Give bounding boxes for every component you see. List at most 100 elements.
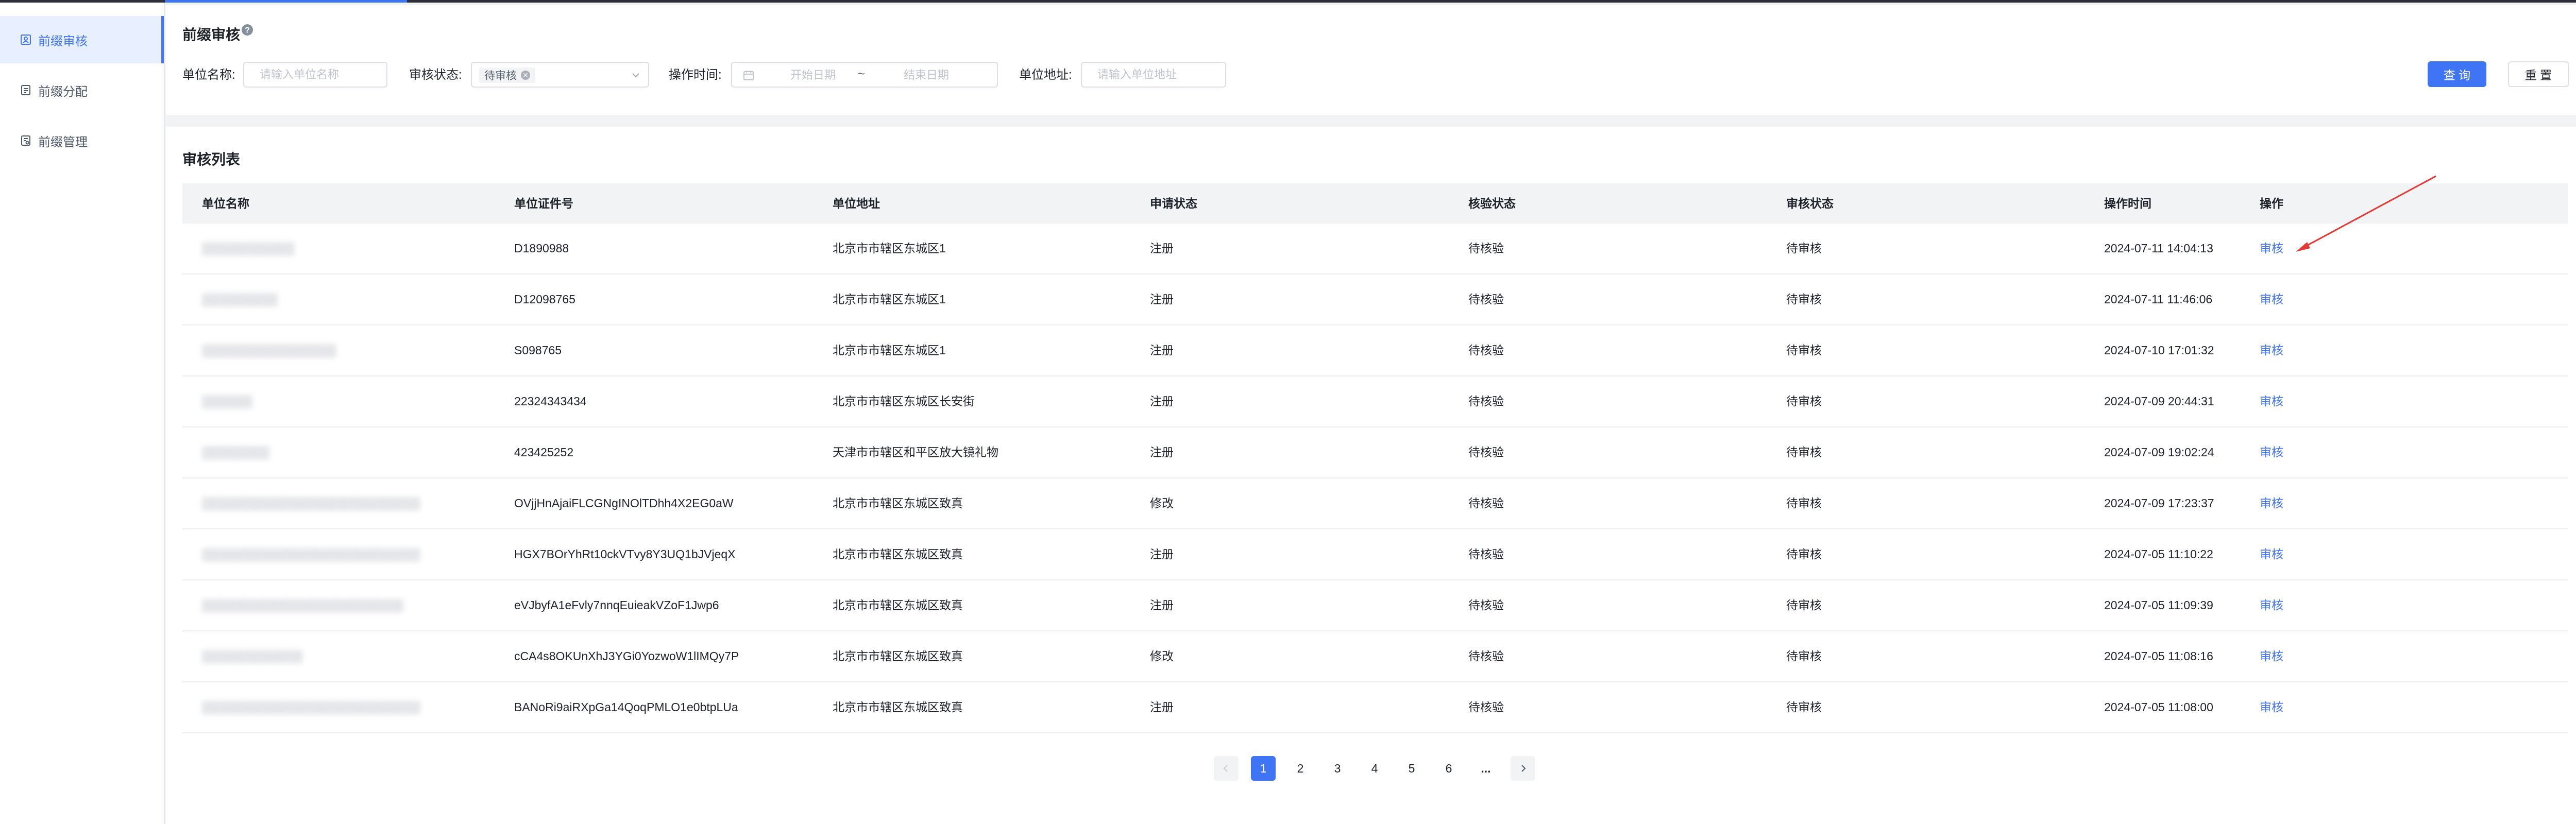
verify-status-cell: 待核验: [1468, 394, 1504, 408]
cert-no-cell: S098765: [514, 344, 562, 357]
apply-status-cell: 注册: [1150, 344, 1174, 357]
operate-time-cell: 2024-07-05 11:10:22: [2104, 547, 2213, 561]
audit-action-link[interactable]: 审核: [2260, 427, 2283, 477]
verify-status-cell: 待核验: [1468, 700, 1504, 714]
page-ellipsis[interactable]: ...: [1473, 756, 1498, 781]
address-cell: 北京市市辖区东城区致真: [833, 649, 963, 663]
audit-status-cell: 待审核: [1786, 445, 1822, 459]
sidebar-item-label: 前缀审核: [38, 34, 88, 48]
tag-close-icon[interactable]: ✕: [521, 71, 530, 80]
apply-status-cell: 注册: [1150, 700, 1174, 714]
sidebar-item-prefix-manage[interactable]: 前缀管理: [0, 117, 164, 164]
unit-name-input[interactable]: [243, 62, 387, 88]
unit-name-cell: ▒▒▒▒▒▒▒▒: [202, 445, 269, 459]
sidebar-item-label: 前缀分配: [38, 84, 88, 99]
filter-panel: 前缀审核 ? 单位名称: 审核状态: 待审核 ✕ 操作时间: ~ 单位地址: 查…: [166, 5, 2576, 115]
table-row: ▒▒▒▒▒▒▒▒▒▒▒▒▒▒▒▒▒▒▒▒▒▒▒▒▒▒ BANoRi9aiRXpGa…: [182, 682, 2568, 733]
verify-status-cell: 待核验: [1468, 649, 1504, 663]
audit-status-cell: 待审核: [1786, 293, 1822, 306]
unit-name-cell: ▒▒▒▒▒▒▒▒▒▒▒▒▒▒▒▒▒▒▒▒▒▒▒▒▒▒: [202, 496, 420, 510]
page-button-5[interactable]: 5: [1399, 756, 1424, 781]
unit-name-cell: ▒▒▒▒▒▒▒▒▒▒▒▒▒▒▒▒▒▒▒▒▒▒▒▒▒▒: [202, 700, 420, 714]
sidebar-item-label: 前缀管理: [38, 135, 88, 149]
start-date-input[interactable]: [768, 63, 858, 88]
address-cell: 北京市市辖区东城区致真: [833, 700, 963, 714]
operate-time-cell: 2024-07-11 11:46:06: [2104, 293, 2213, 306]
date-range-picker[interactable]: ~: [731, 62, 998, 88]
audit-action-link[interactable]: 审核: [2260, 325, 2283, 375]
audit-icon: [20, 33, 32, 46]
audit-status-cell: 待审核: [1786, 242, 1822, 255]
audit-action-link[interactable]: 审核: [2260, 580, 2283, 630]
column-header-verify-status[interactable]: 核验状态: [1468, 183, 1516, 224]
chevron-left-icon[interactable]: [1214, 756, 1239, 781]
cert-no-cell: HGX7BOrYhRt10ckVTvy8Y3UQ1bJVjeqX: [514, 547, 736, 561]
column-header-address[interactable]: 单位地址: [833, 183, 880, 224]
allocate-icon: [20, 84, 32, 96]
address-cell: 北京市市辖区东城区1: [833, 293, 946, 306]
table-row: ▒▒▒▒▒▒▒▒▒▒▒ D1890988 北京市市辖区东城区1 注册 待核验 待审核 202…: [182, 224, 2568, 274]
cert-no-cell: 423425252: [514, 445, 574, 459]
audit-action-link[interactable]: 审核: [2260, 682, 2283, 732]
column-header-audit-status[interactable]: 审核状态: [1786, 183, 1834, 224]
audit-status-label: 审核状态:: [409, 68, 462, 82]
page-title: 前缀审核: [182, 27, 241, 43]
audit-action-link[interactable]: 审核: [2260, 478, 2283, 528]
end-date-input[interactable]: [882, 63, 971, 88]
verify-status-cell: 待核验: [1468, 496, 1504, 510]
table-row: ▒▒▒▒▒▒▒▒▒▒▒▒▒▒▒▒▒▒▒▒▒▒▒▒▒▒ HGX7BOrYhRt10c…: [182, 529, 2568, 580]
audit-action-link[interactable]: 审核: [2260, 224, 2283, 273]
operate-time-cell: 2024-07-05 11:08:00: [2104, 700, 2213, 714]
sidebar-item-prefix-allocate[interactable]: 前缀分配: [0, 66, 164, 114]
verify-status-cell: 待核验: [1468, 547, 1504, 561]
cert-no-cell: eVJbyfA1eFvly7nnqEuieakVZoF1Jwp6: [514, 598, 719, 612]
audit-action-link[interactable]: 审核: [2260, 274, 2283, 324]
svg-text:?: ?: [245, 26, 250, 35]
audit-status-cell: 待审核: [1786, 598, 1822, 612]
column-header-actions: 操作: [2260, 197, 2283, 210]
cert-no-cell: OVjjHnAjaiFLCGNgINOlTDhh4X2EG0aW: [514, 496, 734, 510]
audit-action-link[interactable]: 审核: [2260, 529, 2283, 579]
apply-status-cell: 注册: [1150, 547, 1174, 561]
chevron-right-icon[interactable]: [1511, 756, 1535, 781]
page-button-4[interactable]: 4: [1362, 756, 1387, 781]
top-border: [0, 0, 2576, 3]
audit-table: 单位名称 单位证件号 单位地址 申请状态 核验状态 审核状态 操作时间 操作 ▒…: [182, 183, 2568, 733]
unit-name-cell: ▒▒▒▒▒▒▒▒▒▒▒▒▒▒▒▒▒▒▒▒▒▒▒▒▒▒: [202, 547, 420, 561]
cert-no-cell: 22324343434: [514, 394, 587, 408]
page-button-2[interactable]: 2: [1288, 756, 1313, 781]
page-button-1[interactable]: 1: [1251, 756, 1276, 781]
address-cell: 天津市市辖区和平区放大镜礼物: [833, 445, 998, 459]
verify-status-cell: 待核验: [1468, 293, 1504, 306]
operate-time-label: 操作时间:: [669, 68, 722, 82]
column-header-cert-no[interactable]: 单位证件号: [514, 183, 573, 224]
unit-name-cell: ▒▒▒▒▒▒▒▒▒▒▒: [202, 242, 295, 255]
sidebar: 前缀审核 前缀分配 前缀管理: [0, 3, 165, 824]
reset-button[interactable]: 重 置: [2508, 61, 2569, 87]
operate-time-cell: 2024-07-05 11:08:16: [2104, 649, 2213, 663]
question-circle-icon[interactable]: ?: [241, 24, 253, 36]
page-button-3[interactable]: 3: [1325, 756, 1350, 781]
verify-status-cell: 待核验: [1468, 344, 1504, 357]
sidebar-item-prefix-audit[interactable]: 前缀审核: [0, 16, 164, 63]
address-label: 单位地址:: [1019, 68, 1072, 82]
address-cell: 北京市市辖区东城区致真: [833, 496, 963, 510]
column-header-apply-status[interactable]: 申请状态: [1150, 183, 1197, 224]
date-separator: ~: [858, 67, 866, 81]
audit-action-link[interactable]: 审核: [2260, 631, 2283, 681]
column-header-unit-name[interactable]: 单位名称: [202, 183, 249, 224]
column-header-operate-time[interactable]: 操作时间: [2104, 183, 2151, 224]
cert-no-cell: D12098765: [514, 293, 575, 306]
query-button[interactable]: 查 询: [2428, 61, 2486, 87]
address-input[interactable]: [1081, 62, 1226, 88]
audit-status-select[interactable]: 待审核 ✕: [471, 62, 649, 88]
table-row: ▒▒▒▒▒▒▒▒▒▒▒▒▒▒▒▒▒▒▒▒▒▒▒▒▒▒ OVjjHnAjaiFLCG…: [182, 478, 2568, 529]
operate-time-cell: 2024-07-10 17:01:32: [2104, 344, 2214, 357]
page-button-6[interactable]: 6: [1436, 756, 1461, 781]
apply-status-cell: 注册: [1150, 242, 1174, 255]
manage-icon: [20, 134, 32, 147]
verify-status-cell: 待核验: [1468, 445, 1504, 459]
table-row: ▒▒▒▒▒▒▒▒▒▒▒▒▒▒▒▒▒▒▒▒▒▒▒▒ eVJbyfA1eFvly7nn…: [182, 580, 2568, 631]
audit-action-link[interactable]: 审核: [2260, 376, 2283, 426]
table-header: 单位名称 单位证件号 单位地址 申请状态 核验状态 审核状态 操作时间 操作: [182, 183, 2568, 224]
